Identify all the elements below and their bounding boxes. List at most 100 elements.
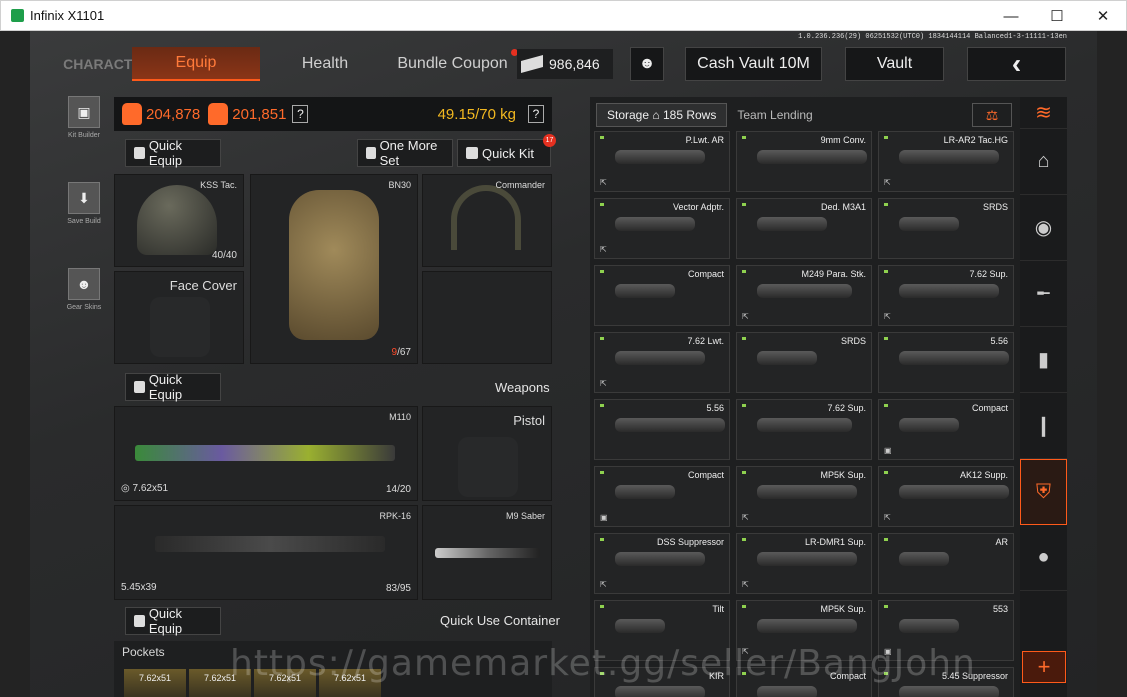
storage-item[interactable]: LR-DMR1 Sup. ⇱ [736, 533, 872, 594]
quick-equip-weapons-button[interactable]: Quick Equip [125, 372, 221, 402]
storage-item-image [899, 418, 959, 432]
primary-caliber-text: 7.62x51 [132, 483, 169, 494]
storage-item-image [615, 485, 675, 499]
help-button[interactable]: ? [292, 105, 309, 123]
storage-item[interactable]: Compact [594, 265, 730, 326]
storage-item[interactable]: Compact ▣ [594, 466, 730, 527]
headset-slot[interactable]: Commander [422, 174, 552, 267]
storage-item-name: Compact [687, 470, 724, 480]
storage-item[interactable]: P.Lwt. AR ⇱ [594, 131, 730, 192]
pocket-slot[interactable]: 7.62x51 [124, 669, 186, 697]
storage-item[interactable]: 7.62 Sup. [736, 399, 872, 460]
secondary-weapon-slot[interactable]: RPK-16 5.45x39 83/95 [114, 505, 418, 600]
m110-image [135, 445, 395, 461]
rarity-pip [742, 471, 746, 474]
item-status-icon: ⇱ [742, 580, 749, 589]
category-magazine[interactable]: ▮ [1020, 327, 1067, 393]
rarity-pip [884, 605, 888, 608]
primary-weapon-slot[interactable]: M110 ◎ 7.62x51 14/20 [114, 406, 418, 501]
storage-item[interactable]: Compact ▣ [878, 399, 1014, 460]
tab-storage[interactable]: Storage ⌂ 185 Rows [596, 103, 728, 127]
rarity-pip [742, 605, 746, 608]
right-category-nav: ≋ ⌂ ◉ ╾ ▮ ❙ ⛨ ● [1020, 97, 1067, 697]
maximize-button[interactable]: ☐ [1034, 1, 1080, 31]
secondary-caliber: 5.45x39 [121, 582, 157, 593]
category-bag[interactable]: ◉ [1020, 195, 1067, 261]
storage-item-image [757, 552, 857, 566]
cash-vault-label: Cash Vault 10M [697, 55, 810, 72]
tab-health[interactable]: Health [285, 47, 365, 81]
storage-item[interactable]: 5.56 [878, 332, 1014, 393]
storage-item[interactable]: 9mm Conv. [736, 131, 872, 192]
gear-skins-button[interactable]: ☻ Gear Skins [60, 268, 108, 328]
back-button[interactable]: ‹ [967, 47, 1066, 81]
one-more-set-button[interactable]: One More Set [357, 138, 453, 168]
face-cover-slot[interactable]: Face Cover [114, 271, 244, 364]
add-button[interactable]: + [1022, 651, 1066, 683]
armor-slot[interactable]: BN30 9/67 [250, 174, 418, 364]
storage-item-name: MP5K Sup. [820, 604, 866, 614]
back-arrow-icon: ‹ [1011, 48, 1022, 79]
storage-item[interactable]: AR [878, 533, 1014, 594]
rarity-pip [884, 270, 888, 273]
weight-help-button[interactable]: ? [528, 105, 544, 123]
rifle-icon: ╾ [1037, 283, 1050, 305]
tab-team-lending[interactable]: Team Lending [727, 103, 822, 127]
storage-item-image [757, 619, 857, 633]
sort-button[interactable]: ⚖ [972, 103, 1012, 127]
storage-item-image [899, 552, 949, 566]
category-grenade[interactable]: ● [1020, 525, 1067, 591]
rarity-pip [742, 404, 746, 407]
storage-item[interactable]: Vector Adptr. ⇱ [594, 198, 730, 259]
vault-button[interactable]: Vault [845, 47, 944, 81]
storage-item-name: AR [995, 537, 1008, 547]
tab-bundle-coupon[interactable]: Bundle Coupon [390, 47, 515, 81]
empty-gear-slot[interactable] [422, 271, 552, 364]
storage-item[interactable]: LR-AR2 Tac.HG ⇱ [878, 131, 1014, 192]
storage-item[interactable]: M249 Para. Stk. ⇱ [736, 265, 872, 326]
minimize-button[interactable]: — [988, 1, 1034, 31]
helmet-slot[interactable]: KSS Tac. 40/40 [114, 174, 244, 267]
storage-item-image [615, 351, 705, 365]
cash-icon [521, 55, 543, 73]
storage-item[interactable]: DSS Suppressor ⇱ [594, 533, 730, 594]
close-button[interactable]: ✕ [1080, 1, 1126, 31]
storage-item[interactable]: 7.62 Lwt. ⇱ [594, 332, 730, 393]
quick-kit-button[interactable]: Quick Kit 17 [457, 134, 556, 167]
pistol-slot[interactable]: Pistol [422, 406, 552, 501]
quick-equip-container-button[interactable]: Quick Equip [125, 606, 221, 636]
operator-icon: ☻ [638, 55, 656, 72]
operator-button[interactable]: ☻ [630, 47, 664, 81]
quick-equip-gear-button[interactable]: Quick Equip [125, 138, 221, 168]
item-status-icon: ⇱ [742, 513, 749, 522]
melee-slot[interactable]: M9 Saber [422, 505, 552, 600]
storage-item-name: SRDS [840, 336, 866, 346]
storage-item[interactable]: Ded. M3A1 [736, 198, 872, 259]
cash-vault-button[interactable]: Cash Vault 10M [685, 47, 822, 81]
category-ammo[interactable]: ❙ [1020, 393, 1067, 459]
storage-item[interactable]: 5.56 [594, 399, 730, 460]
storage-item-image [615, 552, 705, 566]
kit-builder-button[interactable]: ▣ Kit Builder [60, 96, 108, 156]
rarity-pip [742, 270, 746, 273]
armor-durability: 9/67 [392, 347, 411, 358]
storage-item-image [899, 619, 959, 633]
storage-item-image [899, 217, 959, 231]
category-rifle[interactable]: ╾ [1020, 261, 1067, 327]
version-text: 1.0.236.236(29) 06251532(UTC0) 183414411… [798, 33, 1067, 41]
storage-item-name: 553 [992, 604, 1008, 614]
storage-item[interactable]: 7.62 Sup. ⇱ [878, 265, 1014, 326]
storage-item-image [757, 217, 827, 231]
value-2: 201,851 [232, 105, 287, 123]
storage-item[interactable]: MP5K Sup. ⇱ [736, 466, 872, 527]
save-build-button[interactable]: ⬇ Save Build [60, 182, 108, 242]
storage-item[interactable]: AK12 Supp. ⇱ [878, 466, 1014, 527]
category-filter[interactable]: ≋ [1020, 97, 1067, 129]
tab-equip[interactable]: Equip [132, 47, 260, 81]
category-home[interactable]: ⌂ [1020, 129, 1067, 195]
storage-item[interactable]: SRDS [878, 198, 1014, 259]
storage-item[interactable]: SRDS [736, 332, 872, 393]
storage-item-name: Vector Adptr. [672, 202, 724, 212]
left-sidebar: ▣ Kit Builder ⬇ Save Build ☻ Gear Skins [60, 96, 108, 354]
category-armor[interactable]: ⛨ [1020, 459, 1067, 525]
